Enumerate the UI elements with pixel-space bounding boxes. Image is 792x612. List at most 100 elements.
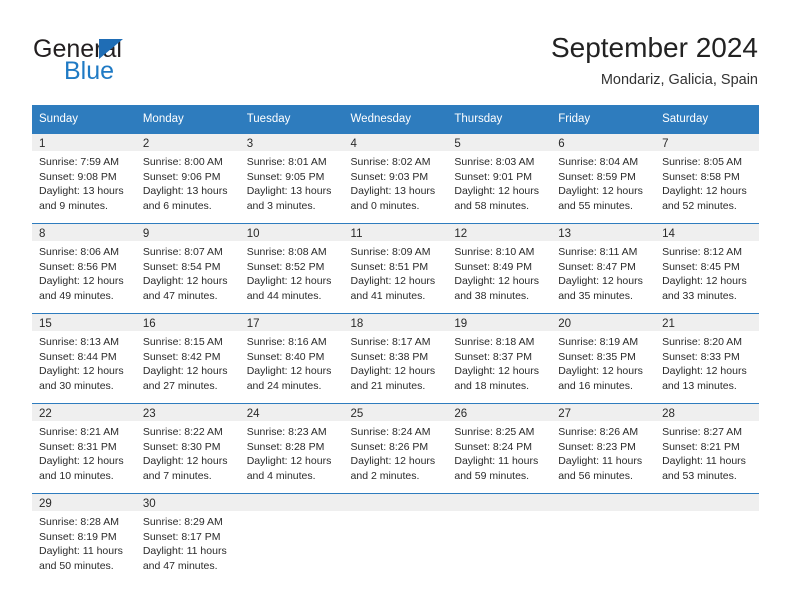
calendar-day-cell[interactable]: 10 Sunrise: 8:08 AM Sunset: 8:52 PM Dayligh… — [239, 223, 344, 313]
daylight-text: Daylight: 12 hours — [558, 275, 643, 287]
day-detail-lines: Sunrise: 8:05 AM Sunset: 8:58 PM Daylight:… — [655, 151, 759, 213]
title-block: September 2024 Mondariz, Galicia, Spain — [551, 32, 758, 90]
calendar-day-cell[interactable]: 14 Sunrise: 8:12 AM Sunset: 8:45 PM Dayligh… — [655, 223, 759, 313]
calendar-day-cell[interactable]: 21 Sunrise: 8:20 AM Sunset: 8:33 PM Dayligh… — [655, 313, 759, 403]
day-number-band: 28 — [655, 404, 759, 421]
day-detail-lines: Sunrise: 8:19 AM Sunset: 8:35 PM Daylight:… — [551, 331, 655, 393]
calendar-day-cell[interactable]: 11 Sunrise: 8:09 AM Sunset: 8:51 PM Dayligh… — [343, 223, 448, 313]
calendar-day-cell[interactable]: 5 Sunrise: 8:03 AM Sunset: 9:01 PM Daylight… — [447, 133, 552, 223]
calendar-day-cell[interactable]: 18 Sunrise: 8:17 AM Sunset: 8:38 PM Dayligh… — [343, 313, 448, 403]
calendar-week-row: 1 Sunrise: 7:59 AM Sunset: 9:08 PM Daylight… — [32, 133, 759, 223]
day-number: 21 — [662, 318, 675, 330]
calendar-day-cell[interactable]: 13 Sunrise: 8:11 AM Sunset: 8:47 PM Dayligh… — [551, 223, 656, 313]
calendar-day-cell[interactable]: 4 Sunrise: 8:02 AM Sunset: 9:03 PM Daylight… — [343, 133, 448, 223]
day-number: 9 — [142, 228, 150, 240]
weekday-header-sunday: Sunday — [32, 105, 136, 133]
calendar-day-cell[interactable]: 30 Sunrise: 8:29 AM Sunset: 8:17 PM Dayligh… — [135, 493, 240, 583]
day-cell-inner: 8 Sunrise: 8:06 AM Sunset: 8:56 PM Daylight… — [32, 223, 136, 313]
day-number-band: 25 — [343, 404, 448, 421]
day-cell-inner: 6 Sunrise: 8:04 AM Sunset: 8:59 PM Daylight… — [551, 133, 656, 223]
calendar-day-cell[interactable]: 8 Sunrise: 8:06 AM Sunset: 8:56 PM Daylight… — [32, 223, 136, 313]
day-number-band: 4 — [343, 134, 448, 151]
sunset-text: Sunset: 8:33 PM — [662, 350, 740, 363]
day-detail-lines: Sunrise: 8:02 AM Sunset: 9:03 PM Daylight:… — [344, 151, 448, 213]
calendar-day-cell[interactable]: 7 Sunrise: 8:05 AM Sunset: 8:58 PM Daylight… — [655, 133, 759, 223]
calendar-day-cell[interactable]: 19 Sunrise: 8:18 AM Sunset: 8:37 PM Dayligh… — [447, 313, 552, 403]
calendar-day-cell[interactable]: 15 Sunrise: 8:13 AM Sunset: 8:44 PM Dayligh… — [32, 313, 136, 403]
brand-logo[interactable]: General Blue — [33, 36, 233, 88]
daylight-text: Daylight: 12 hours — [454, 275, 540, 287]
daylight-text-cont: and 49 minutes. — [39, 289, 114, 302]
calendar-day-cell[interactable]: 17 Sunrise: 8:16 AM Sunset: 8:40 PM Dayligh… — [239, 313, 344, 403]
sunset-text: Sunset: 8:19 PM — [39, 530, 117, 543]
sunrise-text: Sunrise: 8:26 AM — [558, 426, 639, 438]
calendar-day-cell[interactable] — [447, 493, 552, 583]
calendar-day-cell[interactable] — [239, 493, 344, 583]
calendar-table: Sunday Monday Tuesday Wednesday Thursday… — [32, 105, 759, 583]
day-number: 3 — [246, 138, 254, 150]
brand-triangle-icon — [99, 39, 123, 59]
calendar-day-cell[interactable]: 29 Sunrise: 8:28 AM Sunset: 8:19 PM Dayligh… — [32, 493, 136, 583]
calendar-day-cell[interactable]: 27 Sunrise: 8:26 AM Sunset: 8:23 PM Dayligh… — [551, 403, 656, 493]
brand-name-blue: Blue — [64, 57, 115, 85]
calendar-day-cell[interactable]: 16 Sunrise: 8:15 AM Sunset: 8:42 PM Dayligh… — [135, 313, 240, 403]
day-number-band: 27 — [551, 404, 656, 421]
calendar-day-cell[interactable]: 1 Sunrise: 7:59 AM Sunset: 9:08 PM Daylight… — [32, 133, 136, 223]
daylight-text-cont: and 3 minutes. — [246, 199, 316, 212]
day-number-band — [343, 494, 448, 511]
daylight-text: Daylight: 12 hours — [39, 455, 124, 467]
calendar-day-cell[interactable]: 24 Sunrise: 8:23 AM Sunset: 8:28 PM Dayligh… — [239, 403, 344, 493]
daylight-text-cont: and 59 minutes. — [454, 469, 530, 482]
day-cell-inner: 2 Sunrise: 8:00 AM Sunset: 9:06 PM Daylight… — [135, 133, 240, 223]
calendar-day-cell[interactable]: 20 Sunrise: 8:19 AM Sunset: 8:35 PM Dayligh… — [551, 313, 656, 403]
day-cell-inner — [343, 493, 448, 583]
calendar-body: 1 Sunrise: 7:59 AM Sunset: 9:08 PM Daylight… — [32, 133, 759, 583]
day-detail-lines: Sunrise: 8:01 AM Sunset: 9:05 PM Daylight:… — [240, 151, 344, 213]
weekday-header-row: Sunday Monday Tuesday Wednesday Thursday… — [32, 105, 759, 133]
sunrise-text: Sunrise: 8:29 AM — [142, 516, 223, 528]
daylight-text-cont: and 50 minutes. — [39, 559, 114, 572]
day-cell-inner: 29 Sunrise: 8:28 AM Sunset: 8:19 PM Dayligh… — [32, 493, 136, 583]
calendar-day-cell[interactable]: 12 Sunrise: 8:10 AM Sunset: 8:49 PM Dayligh… — [447, 223, 552, 313]
day-number-band: 17 — [239, 314, 344, 331]
sunset-text: Sunset: 8:37 PM — [454, 350, 533, 363]
calendar-day-cell[interactable]: 2 Sunrise: 8:00 AM Sunset: 9:06 PM Daylight… — [135, 133, 240, 223]
day-cell-inner: 14 Sunrise: 8:12 AM Sunset: 8:45 PM Dayligh… — [655, 223, 759, 313]
calendar-day-cell[interactable]: 25 Sunrise: 8:24 AM Sunset: 8:26 PM Dayligh… — [343, 403, 448, 493]
calendar-day-cell[interactable]: 26 Sunrise: 8:25 AM Sunset: 8:24 PM Dayligh… — [447, 403, 552, 493]
sunrise-text: Sunrise: 8:06 AM — [39, 246, 119, 258]
calendar-day-cell[interactable] — [343, 493, 448, 583]
day-number-band: 5 — [447, 134, 552, 151]
daylight-text: Daylight: 13 hours — [246, 185, 332, 197]
calendar-day-cell[interactable]: 9 Sunrise: 8:07 AM Sunset: 8:54 PM Daylight… — [135, 223, 240, 313]
day-cell-inner: 11 Sunrise: 8:09 AM Sunset: 8:51 PM Dayligh… — [343, 223, 448, 313]
daylight-text: Daylight: 12 hours — [246, 275, 332, 287]
sunrise-text: Sunrise: 8:09 AM — [350, 246, 431, 258]
calendar-day-cell[interactable]: 3 Sunrise: 8:01 AM Sunset: 9:05 PM Daylight… — [239, 133, 344, 223]
calendar-day-cell[interactable]: 28 Sunrise: 8:27 AM Sunset: 8:21 PM Dayligh… — [655, 403, 759, 493]
day-number: 17 — [246, 318, 260, 330]
daylight-text-cont: and 58 minutes. — [454, 199, 530, 212]
day-cell-inner: 26 Sunrise: 8:25 AM Sunset: 8:24 PM Dayligh… — [447, 403, 552, 493]
daylight-text: Daylight: 12 hours — [454, 185, 540, 197]
day-cell-inner — [551, 493, 656, 583]
day-detail-lines: Sunrise: 8:16 AM Sunset: 8:40 PM Daylight:… — [240, 331, 344, 393]
calendar-day-cell[interactable]: 6 Sunrise: 8:04 AM Sunset: 8:59 PM Daylight… — [551, 133, 656, 223]
calendar-day-cell[interactable] — [655, 493, 759, 583]
sunset-text: Sunset: 8:52 PM — [246, 260, 325, 273]
sunset-text: Sunset: 8:38 PM — [350, 350, 429, 363]
page-title: September 2024 — [550, 32, 758, 63]
day-number-band: 23 — [135, 404, 240, 421]
calendar-day-cell[interactable]: 23 Sunrise: 8:22 AM Sunset: 8:30 PM Dayligh… — [135, 403, 240, 493]
daylight-text-cont: and 9 minutes. — [39, 199, 108, 212]
sunset-text: Sunset: 8:28 PM — [246, 440, 325, 453]
day-detail-lines: Sunrise: 8:29 AM Sunset: 8:17 PM Daylight:… — [136, 511, 240, 573]
day-number-band: 12 — [447, 224, 552, 241]
day-cell-inner: 18 Sunrise: 8:17 AM Sunset: 8:38 PM Dayligh… — [343, 313, 448, 403]
calendar-day-cell[interactable]: 22 Sunrise: 8:21 AM Sunset: 8:31 PM Dayligh… — [32, 403, 136, 493]
day-detail-lines: Sunrise: 8:27 AM Sunset: 8:21 PM Daylight:… — [655, 421, 759, 483]
calendar-day-cell[interactable] — [551, 493, 656, 583]
day-cell-inner: 24 Sunrise: 8:23 AM Sunset: 8:28 PM Dayligh… — [239, 403, 344, 493]
day-detail-lines — [655, 511, 759, 515]
day-cell-inner: 1 Sunrise: 7:59 AM Sunset: 9:08 PM Daylight… — [32, 133, 136, 223]
